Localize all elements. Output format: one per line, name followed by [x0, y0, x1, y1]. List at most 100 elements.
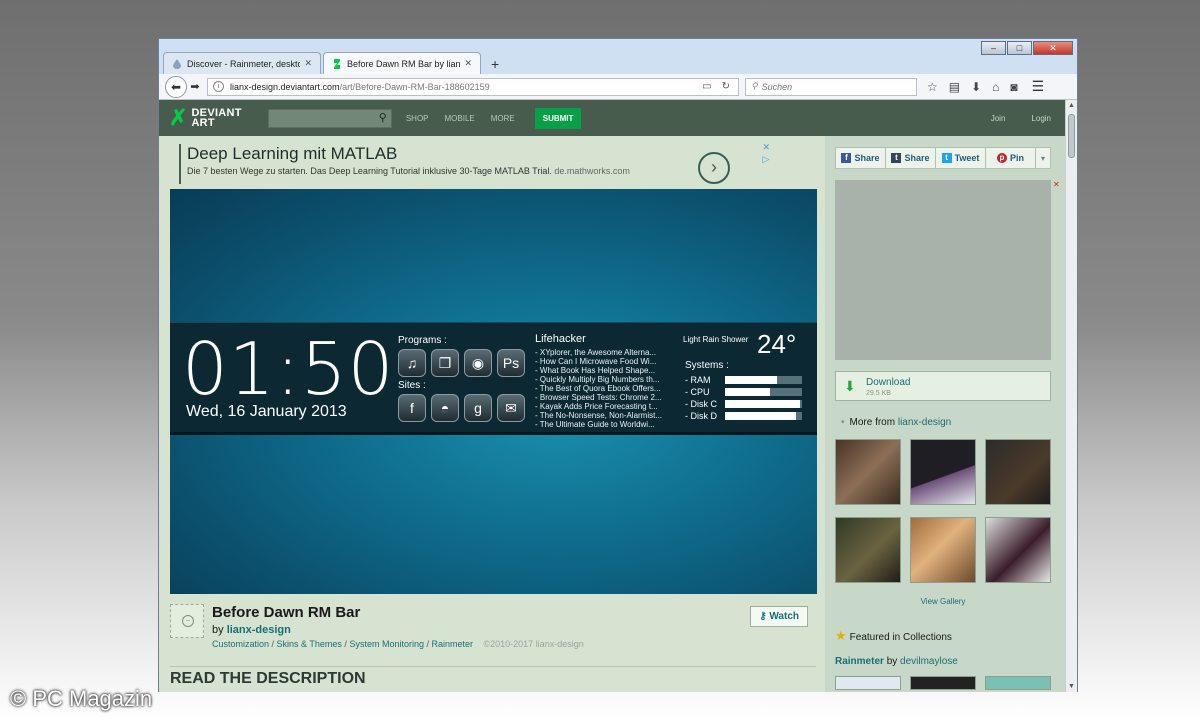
- category-link[interactable]: System Monitoring: [349, 639, 424, 649]
- more-from-user-link[interactable]: lianx-design: [898, 417, 951, 428]
- magnifier-icon[interactable]: ⚲: [379, 111, 387, 124]
- category-link[interactable]: Skins & Themes: [277, 639, 342, 649]
- collection-entry: Rainmeter by devilmaylose: [835, 656, 958, 667]
- url-bar[interactable]: i lianx-design.deviantart.com /art/Befor…: [207, 77, 739, 96]
- program-icons: ♫ ❐ ◉ Ps: [398, 349, 525, 377]
- search-input[interactable]: [761, 81, 902, 92]
- collection-thumbnail[interactable]: [835, 676, 901, 690]
- collection-user-link[interactable]: devilmaylose: [900, 656, 958, 667]
- gallery-thumbnail[interactable]: [910, 439, 976, 505]
- collection-link[interactable]: Rainmeter: [835, 656, 884, 667]
- nav-shop[interactable]: SHOP: [406, 114, 429, 123]
- read-description-heading[interactable]: READ THE DESCRIPTION: [170, 670, 366, 688]
- lifehacker-title: Lifehacker: [535, 333, 586, 345]
- join-link[interactable]: Join: [991, 114, 1006, 123]
- facebook-share-button[interactable]: f Share: [836, 148, 886, 168]
- hamburger-menu-icon[interactable]: ☰: [1032, 78, 1045, 95]
- watch-button[interactable]: ⚷ Watch: [750, 606, 808, 627]
- pocket-icon[interactable]: ◙: [1010, 80, 1017, 94]
- meter-track: [725, 388, 802, 396]
- gallery-thumbnail[interactable]: [985, 439, 1051, 505]
- photoshop-icon: Ps: [497, 349, 525, 377]
- author-avatar[interactable]: –: [170, 604, 204, 638]
- artwork-preview[interactable]: 01:50 Wed, 16 January 2013 Programs : ♫ …: [170, 189, 817, 594]
- gallery-thumbnail[interactable]: [835, 439, 901, 505]
- search-bar[interactable]: ⚲: [745, 77, 917, 96]
- deviation-title: Before Dawn RM Bar: [212, 604, 361, 621]
- reader-view-icon[interactable]: ▭: [702, 81, 711, 92]
- tab-rainmeter-discover[interactable]: Discover - Rainmeter, deskto ✕: [163, 52, 321, 74]
- chevron-down-icon[interactable]: ▾: [1036, 148, 1050, 168]
- clock-date: Wed, 16 January 2013: [186, 403, 347, 420]
- system-meter: - Disk D: [685, 410, 802, 422]
- system-meter: - Disk C: [685, 398, 802, 410]
- meter-label: - Disk D: [685, 411, 717, 421]
- download-button[interactable]: ⬇ Download 29.5 KB: [835, 371, 1051, 401]
- back-button[interactable]: ⬅: [165, 75, 187, 98]
- nav-mobile[interactable]: MOBILE: [445, 114, 475, 123]
- sidebar-ad[interactable]: [835, 180, 1051, 360]
- featured-heading: ★ Featured in Collections: [835, 628, 952, 643]
- gallery-thumbnail[interactable]: [985, 517, 1051, 583]
- gallery-thumbnail[interactable]: [835, 517, 901, 583]
- gallery-thumbnail[interactable]: [910, 517, 976, 583]
- new-tab-button[interactable]: +: [483, 54, 507, 74]
- tab-bar: Discover - Rainmeter, deskto ✕ Before Da…: [163, 52, 507, 74]
- nav-more[interactable]: MORE: [491, 114, 515, 123]
- share-bar: f Share t Share t Tweet p Pin ▾: [835, 147, 1051, 169]
- close-window-button[interactable]: ✕: [1033, 41, 1073, 55]
- author-link[interactable]: lianx-design: [227, 624, 291, 636]
- twitter-share-button[interactable]: t Tweet: [936, 148, 986, 168]
- deviantart-header: ✗ DEVIANT ART ⚲ SHOP MOBILE MORE SUBMIT J…: [159, 100, 1065, 136]
- browser-icon: ◉: [464, 349, 492, 377]
- close-ad-icon[interactable]: ✕: [1053, 180, 1060, 189]
- tab-before-dawn[interactable]: Before Dawn RM Bar by lian ✕: [323, 52, 481, 74]
- forward-button[interactable]: ➡: [187, 80, 203, 93]
- system-meter: - RAM: [685, 374, 802, 386]
- collection-thumbnail[interactable]: [985, 676, 1051, 690]
- close-tab-icon[interactable]: ✕: [304, 58, 312, 69]
- scroll-down-icon[interactable]: ▼: [1066, 683, 1077, 690]
- vertical-scrollbar[interactable]: ▲ ▼: [1065, 100, 1077, 692]
- temperature: 24°: [757, 329, 797, 359]
- scroll-up-icon[interactable]: ▲: [1066, 102, 1077, 109]
- collection-thumbnails: [835, 676, 1051, 690]
- category-link[interactable]: Rainmeter: [431, 639, 473, 649]
- downloads-icon[interactable]: ⬇: [971, 80, 981, 94]
- site-search-input[interactable]: [268, 109, 369, 127]
- site-search[interactable]: ⚲: [267, 108, 392, 128]
- login-link[interactable]: Login: [1031, 114, 1051, 123]
- submit-button[interactable]: SUBMIT: [534, 107, 582, 129]
- gallery-thumbnails: [835, 439, 1051, 583]
- feed-item: - The Best of Quora Ebook Offers...: [535, 384, 661, 393]
- adchoices-icon[interactable]: ✕ ▷: [762, 141, 770, 165]
- systems-label: Systems :: [685, 360, 729, 371]
- collection-thumbnail[interactable]: [910, 676, 976, 690]
- meter-track: [725, 412, 802, 420]
- matlab-ad[interactable]: Deep Learning mit MATLAB Die 7 besten We…: [179, 141, 774, 184]
- close-tab-icon[interactable]: ✕: [464, 58, 472, 69]
- deviation-info: – Before Dawn RM Bar by lianx-design Cus…: [170, 604, 816, 664]
- home-icon[interactable]: ⌂: [992, 80, 999, 94]
- info-icon[interactable]: i: [213, 81, 224, 92]
- watch-icon: ⚷: [759, 611, 767, 622]
- url-domain: lianx-design.deviantart.com: [230, 81, 340, 92]
- deviantart-logo[interactable]: ✗ DEVIANT ART: [169, 105, 242, 131]
- maximize-button[interactable]: □: [1007, 41, 1032, 55]
- minimize-button[interactable]: –: [981, 41, 1006, 55]
- bookmarks-list-icon[interactable]: ▤: [949, 80, 960, 94]
- tab-title: Before Dawn RM Bar by lian: [347, 58, 461, 69]
- bookmark-star-icon[interactable]: ☆: [927, 80, 938, 94]
- view-gallery-link[interactable]: View Gallery: [835, 597, 1051, 606]
- ad-arrow-icon[interactable]: ›: [698, 152, 730, 184]
- scrollbar-thumb[interactable]: [1068, 114, 1075, 158]
- category-link[interactable]: Customization: [212, 639, 269, 649]
- site-icons: f ◓ g ✉: [398, 394, 525, 422]
- tumblr-share-button[interactable]: t Share: [886, 148, 936, 168]
- meter-label: - CPU: [685, 387, 710, 397]
- reload-icon[interactable]: ↻: [722, 81, 730, 92]
- pinterest-share-button[interactable]: p Pin: [986, 148, 1036, 168]
- url-path: /art/Before-Dawn-RM-Bar-188602159: [339, 81, 490, 92]
- ad-title[interactable]: Deep Learning mit MATLAB: [187, 144, 774, 164]
- clock-time: 01:50: [182, 327, 395, 411]
